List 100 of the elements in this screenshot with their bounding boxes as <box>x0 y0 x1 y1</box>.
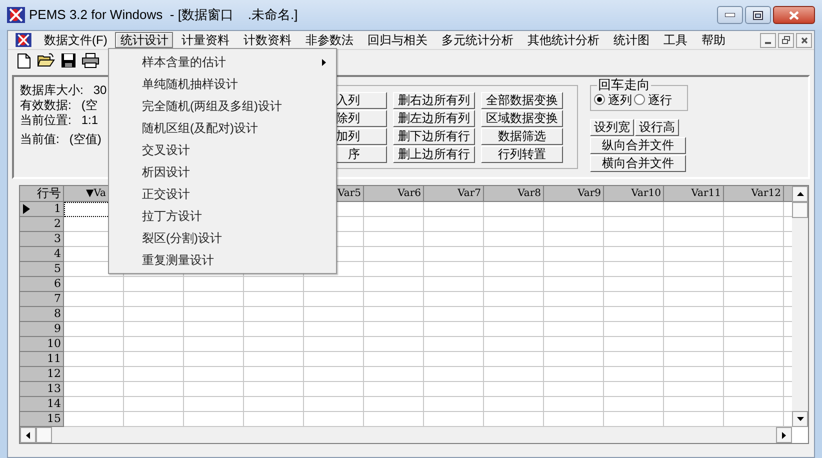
button[interactable]: 删下边所有行 <box>393 128 475 145</box>
row-header: 8 <box>20 307 64 322</box>
menu-item[interactable]: 统计图 <box>607 32 656 48</box>
button[interactable]: 行列转置 <box>481 146 563 163</box>
table-cell <box>604 397 664 412</box>
button[interactable]: 删左边所有列 <box>393 110 475 127</box>
table-cell <box>124 367 184 382</box>
menu-item[interactable]: 工具 <box>657 32 694 48</box>
menu-item[interactable]: 其他统计分析 <box>521 32 606 48</box>
window-title: PEMS 3.2 for Windows - [数据窗口 .未命名.] <box>29 6 298 24</box>
table-cell <box>544 307 604 322</box>
table-cell <box>604 232 664 247</box>
table-cell <box>304 292 364 307</box>
radio-button[interactable] <box>594 94 605 105</box>
menu-item[interactable]: 计量资料 <box>175 32 236 48</box>
table-cell <box>64 292 124 307</box>
field-value: (空 <box>81 98 98 113</box>
group-title: 回车走向 <box>597 77 651 92</box>
column-header: Var12 <box>724 186 784 202</box>
table-cell <box>244 322 304 337</box>
column-header: Var10 <box>604 186 664 202</box>
table-cell <box>124 382 184 397</box>
table-cell <box>484 367 544 382</box>
table-cell <box>124 292 184 307</box>
scroll-down-button[interactable] <box>792 411 808 427</box>
button[interactable]: 设行高 <box>635 119 679 136</box>
close-button[interactable] <box>796 32 812 48</box>
minimize-button[interactable] <box>760 32 776 48</box>
menu-item[interactable]: 数据文件(F) <box>38 32 114 48</box>
column-header: Var8 <box>484 186 544 202</box>
table-cell <box>484 262 544 277</box>
table-cell <box>244 382 304 397</box>
table-cell <box>364 397 424 412</box>
button[interactable]: 全部数据变换 <box>481 92 563 109</box>
table-cell <box>424 292 484 307</box>
menu-item[interactable]: 帮助 <box>695 32 732 48</box>
vertical-scrollbar[interactable] <box>792 186 808 427</box>
menu-item[interactable]: 析因设计 <box>109 161 336 183</box>
table-cell <box>184 292 244 307</box>
table-cell <box>484 322 544 337</box>
table-cell <box>664 202 724 217</box>
table-cell <box>544 322 604 337</box>
maximize-button[interactable] <box>745 6 771 24</box>
button[interactable]: 删上边所有行 <box>393 146 475 163</box>
printer-icon[interactable] <box>82 53 99 68</box>
close-button[interactable] <box>773 6 815 24</box>
table-cell <box>544 382 604 397</box>
button[interactable]: 数据筛选 <box>481 128 563 145</box>
table-cell <box>184 397 244 412</box>
table-cell <box>664 262 724 277</box>
menu-item[interactable]: 裂区(分割)设计 <box>109 227 336 249</box>
table-cell <box>64 337 124 352</box>
horizontal-scrollbar[interactable] <box>20 427 792 443</box>
row-header: 13 <box>20 382 64 397</box>
table-cell <box>604 322 664 337</box>
down-arrow-icon <box>796 417 804 421</box>
scroll-up-button[interactable] <box>792 186 808 202</box>
table-cell <box>484 202 544 217</box>
table-cell <box>424 367 484 382</box>
row-header: 4 <box>20 247 64 262</box>
table-cell <box>424 262 484 277</box>
radio-option[interactable]: 逐列 <box>594 90 632 108</box>
table-cell <box>604 217 664 232</box>
menu-item[interactable]: 回归与相关 <box>361 32 434 48</box>
menu-item[interactable]: 统计设计 <box>115 32 174 48</box>
radio-button[interactable] <box>634 94 645 105</box>
table-cell <box>484 217 544 232</box>
table-cell <box>64 352 124 367</box>
menu-item[interactable]: 重复测量设计 <box>109 249 336 271</box>
menu-item[interactable]: 单纯随机抽样设计 <box>109 73 336 95</box>
table-cell <box>364 352 424 367</box>
scroll-right-button[interactable] <box>776 427 792 443</box>
menu-item[interactable]: 非参数法 <box>299 32 360 48</box>
table-cell <box>184 337 244 352</box>
table-cell <box>544 337 604 352</box>
button[interactable]: 区域数据变换 <box>481 110 563 127</box>
restore-button[interactable] <box>778 32 794 48</box>
menu-item[interactable]: 样本含量的估计 <box>109 51 336 73</box>
radio-option[interactable]: 逐行 <box>634 90 672 108</box>
button[interactable]: 纵向合并文件 <box>590 137 686 154</box>
table-cell <box>184 322 244 337</box>
scroll-thumb[interactable] <box>792 202 808 218</box>
row-header: 3 <box>20 232 64 247</box>
table-cell <box>244 337 304 352</box>
scroll-thumb[interactable] <box>36 427 52 443</box>
minimize-button[interactable] <box>717 6 743 24</box>
new-file-icon[interactable] <box>17 52 31 68</box>
table-cell <box>424 247 484 262</box>
button[interactable]: 设列宽 <box>590 119 634 136</box>
open-folder-icon[interactable] <box>37 53 55 68</box>
button[interactable]: 删右边所有列 <box>393 92 475 109</box>
menu-item[interactable]: 计数资料 <box>237 32 298 48</box>
up-arrow-icon <box>796 192 804 196</box>
menu-item[interactable]: 拉丁方设计 <box>109 205 336 227</box>
table-cell <box>664 247 724 262</box>
button[interactable]: 横向合并文件 <box>590 155 686 172</box>
table-cell <box>364 382 424 397</box>
menu-item[interactable]: 多元统计分析 <box>435 32 520 48</box>
scroll-left-button[interactable] <box>20 427 36 443</box>
table-cell <box>484 307 544 322</box>
